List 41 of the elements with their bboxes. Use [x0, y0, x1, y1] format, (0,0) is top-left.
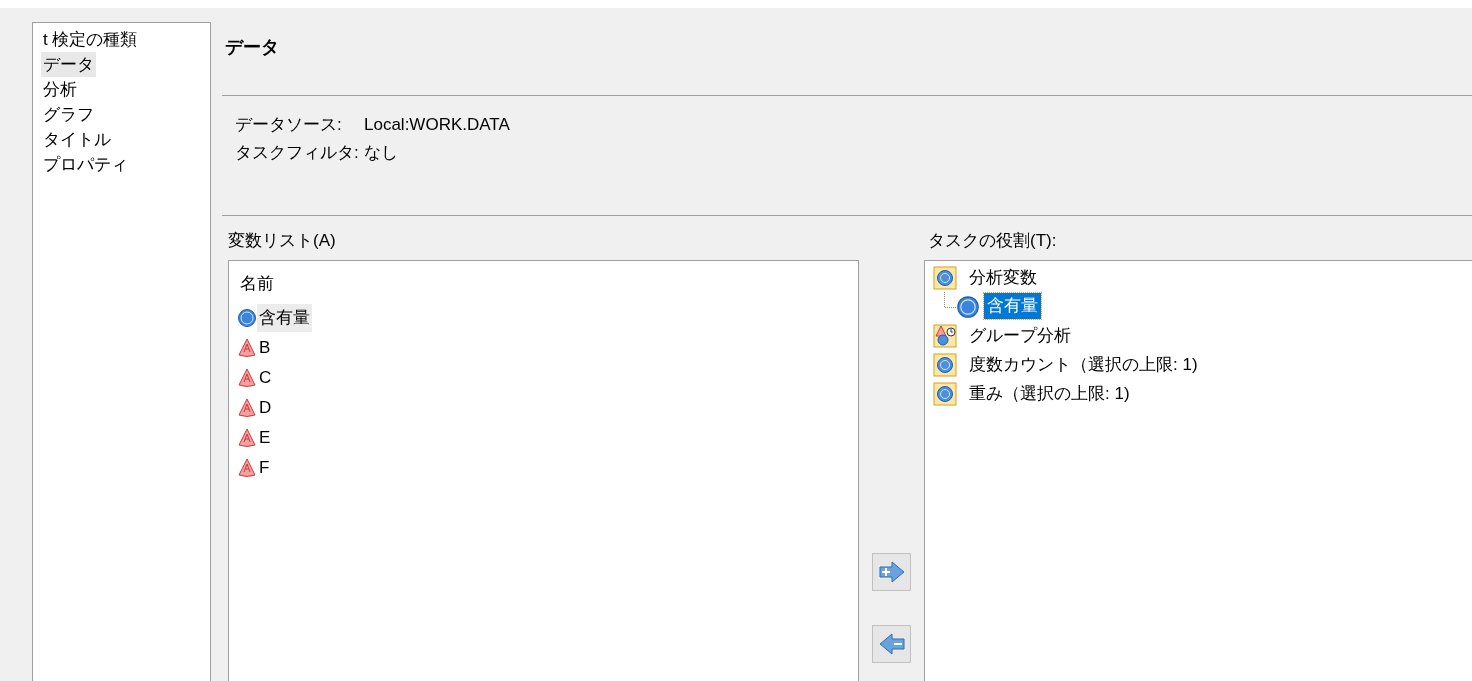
- nav-item[interactable]: 分析: [41, 77, 79, 102]
- character-variable-icon: [237, 338, 257, 358]
- character-variable-icon: [237, 398, 257, 418]
- info-value: なし: [364, 141, 398, 164]
- nav-item[interactable]: データ: [41, 52, 96, 77]
- variable-item[interactable]: F: [257, 454, 272, 482]
- numeric-role-icon: [933, 381, 957, 406]
- info-label: データソース:: [235, 114, 343, 136]
- variable-item[interactable]: 含有量: [257, 304, 312, 332]
- numeric-variable-icon: [956, 295, 980, 319]
- right-arrow-plus-icon: [877, 560, 906, 584]
- numeric-role-icon: [933, 352, 957, 377]
- column-header: 名前: [239, 273, 274, 295]
- character-variable-icon: [237, 428, 257, 448]
- left-arrow-minus-icon: [877, 632, 906, 656]
- info-label: タスクフィルタ:: [235, 141, 360, 164]
- variable-item[interactable]: E: [257, 424, 273, 452]
- role-item[interactable]: 分析変数: [969, 264, 1037, 291]
- info-value: Local:WORK.DATA: [364, 114, 510, 136]
- role-item[interactable]: 重み（選択の上限: 1): [969, 380, 1130, 407]
- variable-item[interactable]: B: [257, 334, 273, 362]
- section-title: データ: [224, 36, 280, 59]
- tree-connector: [944, 292, 956, 308]
- task-roles-label: タスクの役割(T):: [927, 230, 1058, 252]
- character-variable-icon: [237, 368, 257, 388]
- add-button[interactable]: [872, 553, 911, 591]
- variable-item[interactable]: D: [257, 394, 274, 422]
- role-item[interactable]: グループ分析: [969, 322, 1071, 349]
- variable-list-label: 変数リスト(A): [227, 230, 337, 252]
- nav-item[interactable]: プロパティ: [41, 152, 130, 177]
- numeric-variable-icon: [237, 308, 257, 328]
- character-variable-icon: [237, 458, 257, 478]
- role-variable-item[interactable]: 含有量: [984, 293, 1041, 319]
- nav-item[interactable]: t 検定の種類: [41, 27, 140, 52]
- role-item[interactable]: 度数カウント（選択の上限: 1): [969, 351, 1198, 378]
- remove-button[interactable]: [872, 625, 911, 663]
- nav-item[interactable]: グラフ: [41, 102, 96, 127]
- numeric-role-icon: [933, 265, 957, 290]
- group-role-icon: [933, 323, 957, 348]
- nav-item[interactable]: タイトル: [41, 127, 113, 152]
- variable-item[interactable]: C: [257, 364, 274, 392]
